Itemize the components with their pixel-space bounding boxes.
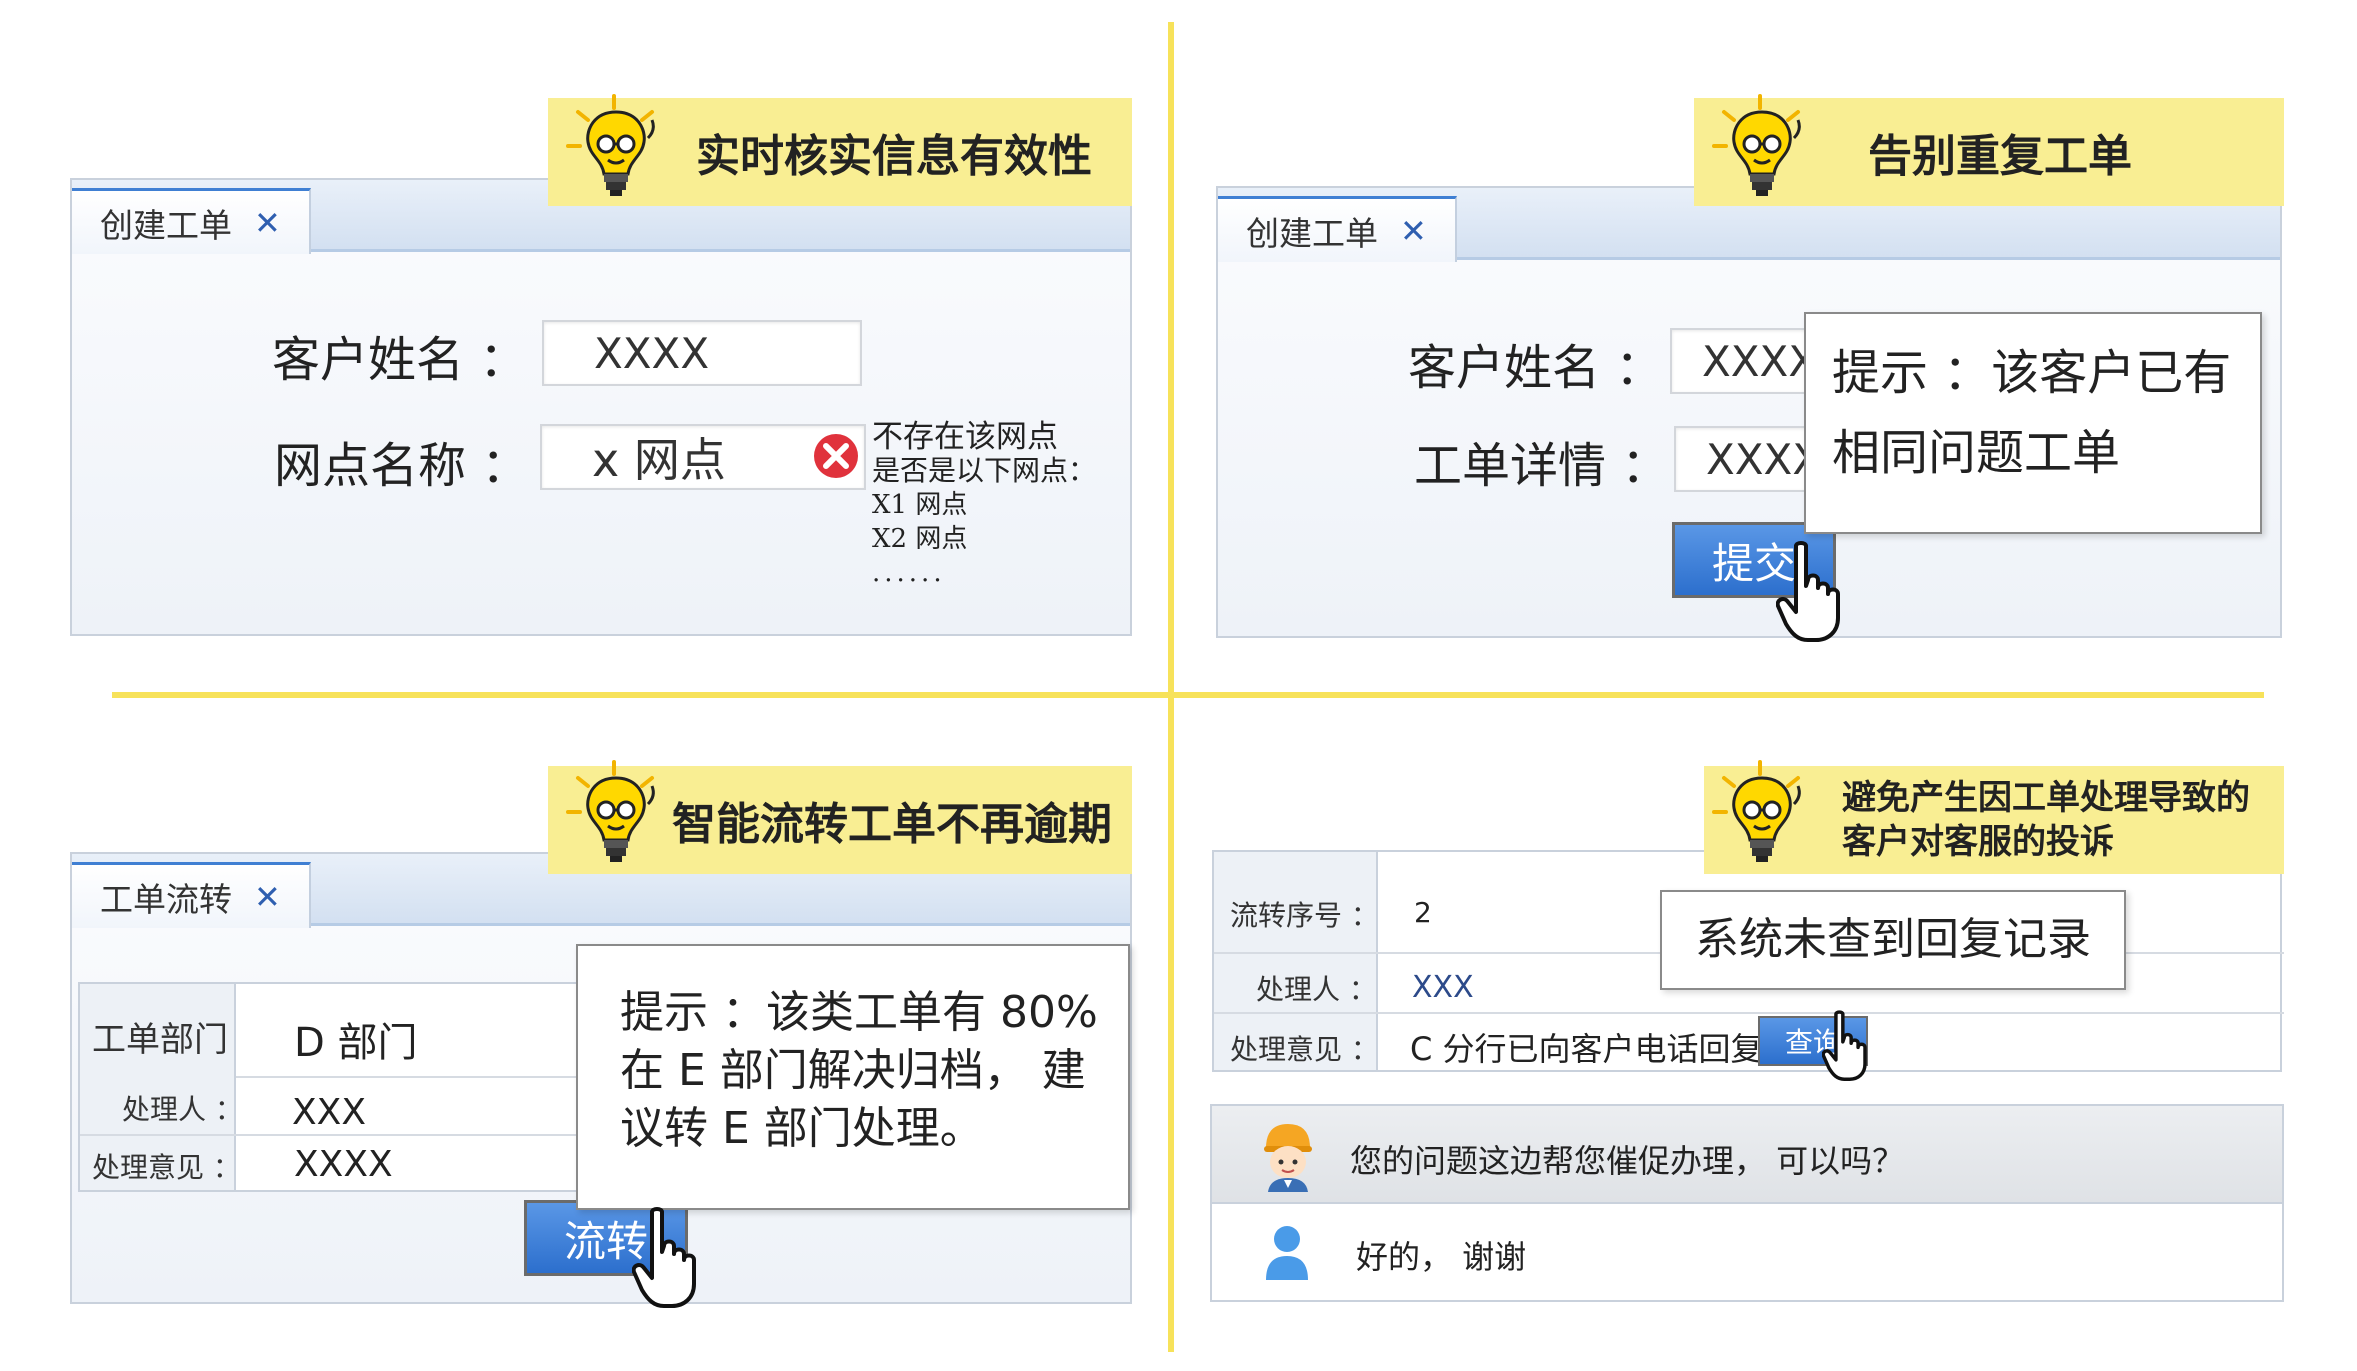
close-icon[interactable]: ✕ [254,204,281,242]
banner-title: 实时核实信息有效性 [696,131,1092,182]
opinion-label: 处理意见 ： [1230,1033,1379,1066]
close-icon[interactable]: ✕ [254,878,281,916]
opinion-label: 处理意见 ： [92,1151,241,1184]
tab-create-ticket[interactable]: 创建工单 ✕ [72,188,311,254]
handler-value: XXX [1412,970,1474,1005]
tip-line: 议转 E 部门处理。 [620,1103,984,1154]
tip-line: 在 E 部门解决归档， 建 [620,1045,1086,1096]
tab-ticket-transfer[interactable]: 工单流转 ✕ [72,862,311,928]
transfer-suggestion-tip: 提示 ：该类工单有 80% 在 E 部门解决归档， 建 议转 E 部门处理。 [576,944,1130,1210]
error-line: X2 网点 [872,524,968,554]
error-line: X1 网点 [872,490,968,520]
chat-panel: 您的问题这边帮您催促办理， 可以吗？ 好的， 谢谢 [1210,1104,2284,1302]
opinion-value: C 分行已向客户电话回复 [1410,1030,1763,1068]
panel-create-ticket-validation: 创建工单 ✕ 客户姓名 ： XXXX 网点名称 ： x 网点 不存在该网点 是否… [70,178,1132,636]
tip-line: 相同问题工单 [1832,425,2121,481]
error-line: 是否是以下网点： [872,454,1097,487]
opinion-value: XXXX [294,1144,393,1185]
lightbulb-icon [566,760,655,862]
dept-label: 工单部门 [92,1020,228,1060]
lightbulb-icon [1712,760,1801,862]
lightbulb-icon [566,94,655,196]
banner-line: 避免产生因工单处理导致的 [1842,778,2250,818]
user-avatar-icon [1266,1226,1308,1280]
no-reply-record-notice: 系统未查到回复记录 [1660,890,2126,990]
seq-value: 2 [1414,896,1432,929]
hand-cursor-icon [632,1207,696,1308]
notice-text: 系统未查到回复记录 [1695,914,2091,965]
agent-avatar-icon [1264,1124,1312,1192]
banner-title: 智能流转工单不再逾期 [672,799,1112,850]
customer-name-input[interactable]: XXXX [542,320,862,386]
customer-name-label: 客户姓名 ： [1408,340,1664,396]
tab-create-ticket[interactable]: 创建工单 ✕ [1218,196,1457,262]
tip-line: 提示 ：该类工单有 80% [620,987,1098,1038]
tip-line: 提示 ：该客户已有 [1832,345,2232,401]
banner-title: 告别重复工单 [1868,131,2132,182]
user-message-text: 好的， 谢谢 [1356,1238,1527,1276]
ticket-detail-label: 工单详情 ： [1414,438,1670,494]
lightbulb-icon [1712,94,1801,196]
handler-label: 处理人 ： [122,1093,243,1126]
chat-message-agent: 您的问题这边帮您催促办理， 可以吗？ [1212,1106,2282,1204]
tab-label: 创建工单 [100,205,232,245]
branch-error-message: 不存在该网点 是否是以下网点： X1 网点 X2 网点 ...... [872,420,1096,590]
horizontal-divider [112,692,2264,698]
error-line: 不存在该网点 [872,419,1058,455]
vertical-divider [1168,22,1174,1352]
error-line: ...... [872,558,946,588]
row-separator [236,1076,616,1078]
dept-value: D 部门 [294,1020,418,1066]
branch-name-value: x 网点 [592,433,726,487]
hand-cursor-icon [1776,541,1840,642]
agent-message-text: 您的问题这边帮您催促办理， 可以吗？ [1350,1142,1905,1180]
close-icon[interactable]: ✕ [1400,212,1427,250]
row-separator [80,1134,616,1136]
tab-label: 创建工单 [1246,213,1378,253]
seq-label: 流转序号 ： [1230,899,1379,932]
banner-line: 客户对客服的投诉 [1842,822,2114,862]
error-icon [814,434,858,478]
hand-cursor-icon [1822,1010,1867,1081]
row-separator [1214,1012,2284,1014]
branch-name-label: 网点名称 ： [274,438,530,494]
tab-label: 工单流转 [100,879,232,919]
transfer-form-table: 工单部门 D 部门 处理人 ： XXX 处理意见 ： XXXX [78,982,616,1192]
duplicate-ticket-tip: 提示 ：该客户已有 相同问题工单 [1804,312,2262,534]
chat-message-user: 好的， 谢谢 [1212,1204,2282,1302]
handler-label: 处理人 ： [1256,973,1377,1006]
handler-value: XXX [292,1092,366,1133]
customer-name-label: 客户姓名 ： [272,332,528,388]
